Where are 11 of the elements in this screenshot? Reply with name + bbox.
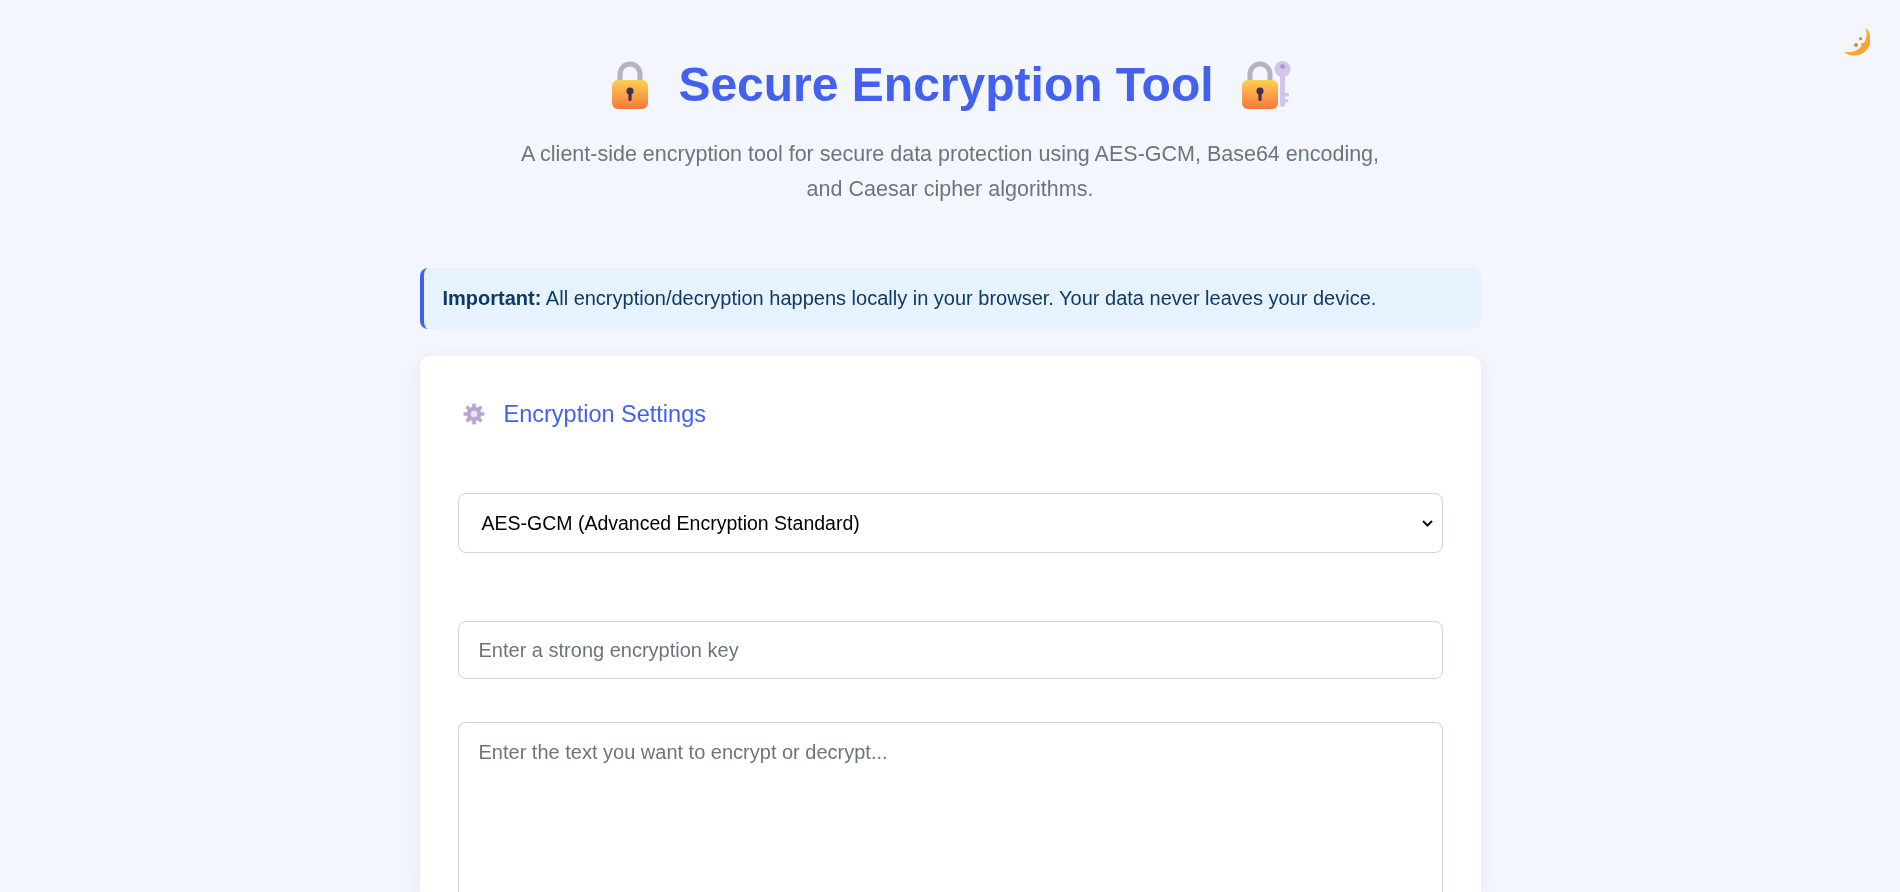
moon-icon[interactable] [1842, 26, 1870, 56]
info-notice: Important: All encryption/decryption happens locally in your browser. Your data never leaves your device. [419, 268, 1481, 329]
text-input-area[interactable]: Enter the text you want to encrypt or decrypt... [457, 722, 1443, 892]
page-title: Secure Encryption Tool [678, 57, 1214, 113]
algorithm-select[interactable]: AES-GCM (Advanced Encryption Standard) [457, 493, 1443, 553]
gear-icon [462, 403, 485, 425]
padlock-with-key-icon [1239, 59, 1292, 111]
page-subtitle: A client-side encryption tool for secure data protection using AES-GCM, Base64 encoding, and Caesar cipher algorithms. [519, 141, 1381, 203]
section-title: Encryption Settings [503, 400, 706, 429]
chevron-down-icon [1421, 519, 1433, 527]
key-input-field[interactable]: Enter a strong encryption key [457, 621, 1443, 679]
